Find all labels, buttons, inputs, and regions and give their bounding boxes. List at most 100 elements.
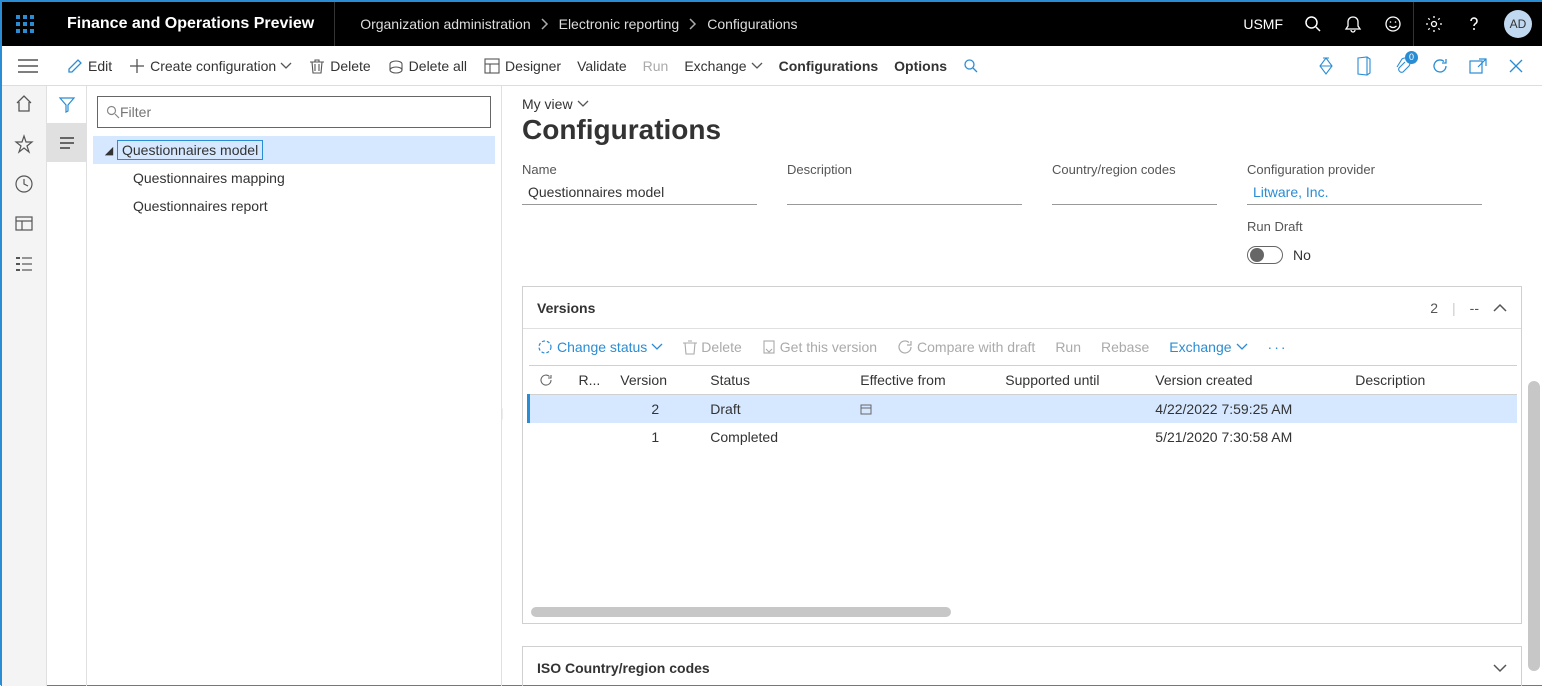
options-button[interactable]: Options (894, 46, 947, 85)
delete-all-button[interactable]: Delete all (387, 46, 467, 85)
validate-button[interactable]: Validate (577, 46, 627, 85)
refresh-icon[interactable] (1428, 54, 1452, 78)
name-field: Name Questionnaires model (522, 162, 757, 264)
avatar[interactable]: AD (1504, 10, 1532, 38)
delete-button[interactable]: Delete (308, 46, 370, 85)
rundraft-value: No (1293, 247, 1311, 263)
cell-created: 4/22/2022 7:59:25 AM (1145, 395, 1345, 424)
rundraft-toggle[interactable] (1247, 246, 1283, 264)
more-icon[interactable]: ··· (1268, 339, 1288, 355)
versions-table: R... Version Status Effective from Suppo… (527, 365, 1517, 451)
delete-label: Delete (330, 58, 370, 74)
help-icon[interactable] (1454, 2, 1494, 46)
col-supported[interactable]: Supported until (995, 366, 1145, 395)
chevron-down-icon (280, 62, 292, 70)
cell-status: Completed (700, 423, 850, 451)
action-search-icon[interactable] (963, 46, 979, 85)
description-label: Description (787, 162, 1022, 177)
popout-icon[interactable] (1466, 54, 1490, 78)
gear-icon[interactable] (1414, 2, 1454, 46)
tree-child[interactable]: Questionnaires report (93, 192, 495, 220)
description-value[interactable] (787, 181, 1022, 205)
search-icon (106, 105, 120, 119)
brand-title: Finance and Operations Preview (47, 15, 334, 33)
config-tree: ◢ Questionnaires model Questionnaires ma… (93, 136, 495, 220)
field-row: Name Questionnaires model Description Co… (522, 162, 1522, 264)
horizontal-scrollbar[interactable] (531, 607, 951, 617)
col-description[interactable]: Description (1345, 366, 1517, 395)
smile-icon[interactable] (1373, 2, 1413, 46)
col-effective[interactable]: Effective from (850, 366, 995, 395)
chevron-down-icon[interactable] (1493, 663, 1507, 673)
tree-child-label: Questionnaires mapping (133, 170, 285, 186)
filter-box[interactable] (97, 96, 491, 128)
exchange-button[interactable]: Exchange (684, 46, 762, 85)
breadcrumb-item[interactable]: Electronic reporting (559, 16, 680, 32)
provider-label: Configuration provider (1247, 162, 1482, 177)
edit-button[interactable]: Edit (66, 46, 112, 85)
calendar-icon[interactable] (860, 403, 985, 415)
name-value[interactable]: Questionnaires model (522, 181, 757, 205)
view-selector[interactable]: My view (522, 96, 1522, 112)
tree-child-label: Questionnaires report (133, 198, 268, 214)
main: ◢ Questionnaires model Questionnaires ma… (2, 86, 1542, 686)
col-r[interactable]: R... (569, 366, 611, 395)
designer-button[interactable]: Designer (483, 46, 561, 85)
iso-header[interactable]: ISO Country/region codes (523, 647, 1521, 686)
list-icon[interactable] (47, 124, 86, 162)
versions-header[interactable]: Versions 2 | -- (523, 287, 1521, 329)
provider-value[interactable]: Litware, Inc. (1247, 181, 1482, 205)
country-value[interactable] (1052, 181, 1217, 205)
tree-child[interactable]: Questionnaires mapping (93, 164, 495, 192)
close-icon[interactable] (1504, 54, 1528, 78)
table-row[interactable]: 1 Completed 5/21/2020 7:30:58 AM (529, 423, 1518, 451)
versions-count: 2 (1430, 300, 1438, 316)
chevron-down-icon (651, 343, 663, 351)
attachments-count-badge: 0 (1405, 51, 1418, 64)
cell-status: Draft (700, 395, 850, 424)
breadcrumb-item[interactable]: Configurations (707, 16, 797, 32)
col-created[interactable]: Version created (1145, 366, 1345, 395)
vertical-scrollbar[interactable] (1528, 381, 1540, 671)
star-icon[interactable] (12, 132, 36, 156)
open-office-icon[interactable] (1352, 54, 1376, 78)
attachments-icon[interactable]: 0 (1390, 54, 1414, 78)
configurations-label: Configurations (779, 58, 879, 74)
hamburger-icon[interactable] (6, 58, 50, 74)
iso-title: ISO Country/region codes (537, 660, 710, 676)
tree-root[interactable]: ◢ Questionnaires model (93, 136, 495, 164)
col-status[interactable]: Status (700, 366, 850, 395)
plus-icon (128, 57, 146, 75)
breadcrumb-item[interactable]: Organization administration (360, 16, 530, 32)
country-field: Country/region codes (1052, 162, 1217, 264)
change-status-button[interactable]: Change status (537, 339, 663, 355)
filter-icon[interactable] (47, 86, 86, 124)
versions-run-button: Run (1055, 339, 1081, 355)
filter-input[interactable] (120, 104, 482, 120)
bell-icon[interactable] (1333, 2, 1373, 46)
home-icon[interactable] (12, 92, 36, 116)
configurations-button[interactable]: Configurations (779, 46, 879, 85)
col-version[interactable]: Version (610, 366, 700, 395)
versions-exchange-button[interactable]: Exchange (1169, 339, 1247, 355)
tree-panel: ◢ Questionnaires model Questionnaires ma… (87, 86, 502, 686)
nav-rail (2, 86, 47, 686)
diamond-icon[interactable] (1314, 54, 1338, 78)
workspaces-icon[interactable] (12, 212, 36, 236)
caret-icon[interactable]: ◢ (101, 144, 117, 157)
legal-entity[interactable]: USMF (1233, 16, 1293, 32)
chevron-down-icon (1236, 343, 1248, 351)
table-row[interactable]: 2 Draft 4/22/2022 7:59:25 AM (529, 395, 1518, 424)
run-label: Run (643, 58, 669, 74)
search-icon[interactable] (1293, 2, 1333, 46)
chevron-right-icon (541, 18, 549, 30)
side-toolbar (47, 86, 87, 686)
get-version-label: Get this version (780, 339, 877, 355)
create-configuration-button[interactable]: Create configuration (128, 46, 292, 85)
waffle-icon[interactable] (2, 2, 47, 46)
chevron-up-icon[interactable] (1493, 303, 1507, 313)
refresh-col-icon[interactable] (539, 373, 559, 387)
modules-icon[interactable] (12, 252, 36, 276)
pencil-icon (66, 57, 84, 75)
recent-icon[interactable] (12, 172, 36, 196)
